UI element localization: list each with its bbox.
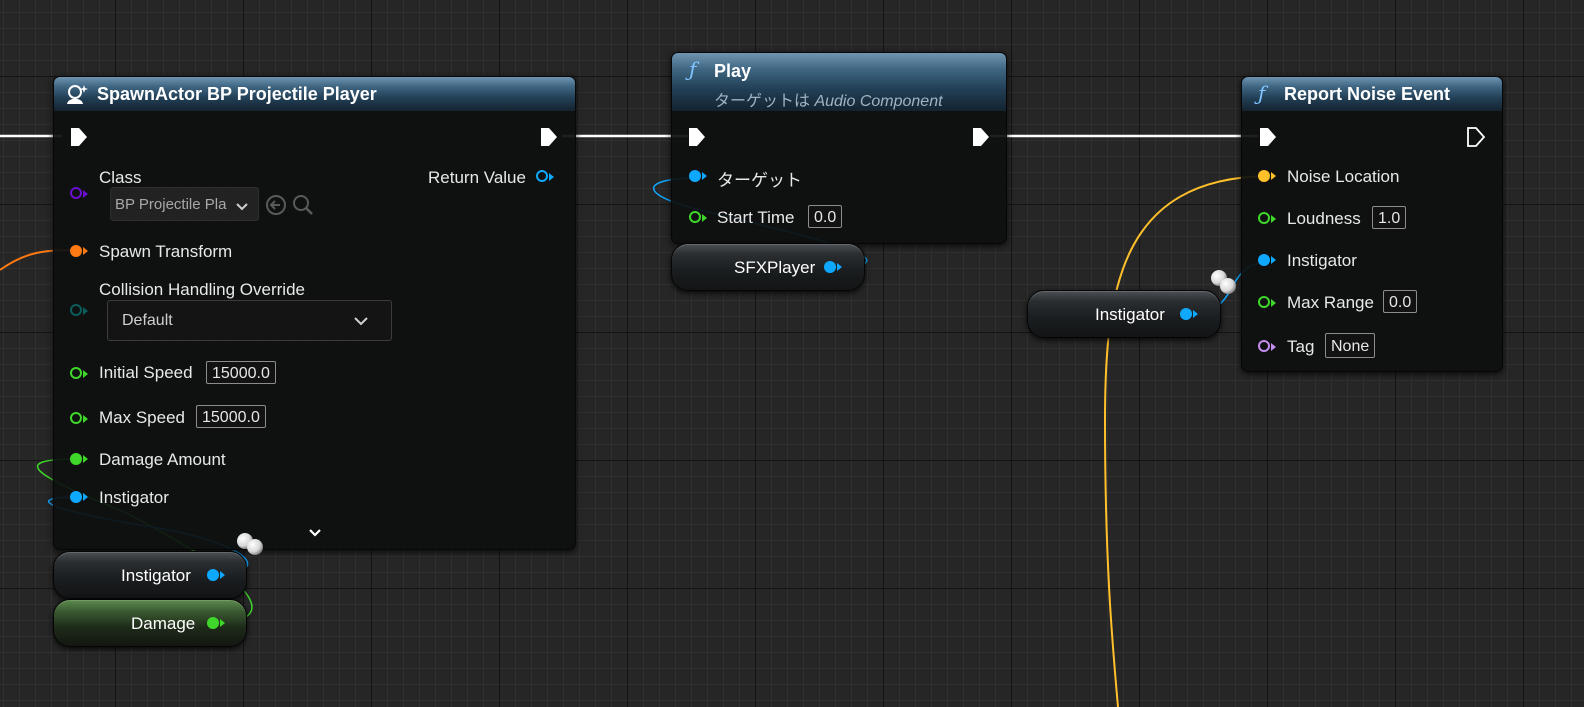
search-icon[interactable] xyxy=(292,194,314,221)
instigator-right-label: Instigator xyxy=(1095,305,1165,324)
exec-pin-icon[interactable] xyxy=(1465,126,1487,148)
spawn-transform-label: Spawn Transform xyxy=(99,242,233,261)
max-range-pin[interactable] xyxy=(1258,296,1270,308)
sfx-player-variable[interactable]: SFXPlayer xyxy=(671,243,865,291)
instigator-left-pin[interactable] xyxy=(207,569,219,581)
initial-speed-pin-arrow xyxy=(83,370,88,378)
play-subtitle: ターゲットは Audio Component xyxy=(714,87,943,111)
max-range-label: Max Range xyxy=(1287,293,1374,312)
collision-label: Collision Handling Override xyxy=(99,280,305,299)
noise-location-pin[interactable] xyxy=(1258,170,1270,182)
instigator-variable-right[interactable]: Instigator xyxy=(1027,290,1221,338)
damage-amount-pin[interactable] xyxy=(70,453,82,465)
initial-speed-label: Initial Speed xyxy=(99,363,193,382)
report-noise-title: Report Noise Event xyxy=(1284,84,1451,104)
spawn-actor-title: SpawnActor BP Projectile Player xyxy=(97,84,377,104)
play-node[interactable]: ƒ Play ターゲットは Audio Component ターゲット Star… xyxy=(671,52,1007,244)
play-subtitle-prefix: ターゲットは xyxy=(714,93,815,110)
damage-pin-arrow xyxy=(220,619,225,627)
damage-pin[interactable] xyxy=(207,617,219,629)
play-title: Play xyxy=(714,61,752,81)
instigator-label: Instigator xyxy=(99,488,169,507)
chevron-down-icon xyxy=(353,315,369,333)
instigator-pin[interactable] xyxy=(70,491,82,503)
tag-field[interactable]: None xyxy=(1325,333,1376,358)
max-range-pin-arrow xyxy=(1271,299,1276,307)
max-range-field[interactable]: 0.0 xyxy=(1383,290,1418,313)
collision-pin[interactable] xyxy=(70,304,82,316)
exec-pin-icon[interactable] xyxy=(686,126,708,148)
tag-label: Tag xyxy=(1287,337,1315,356)
function-icon: ƒ xyxy=(689,57,697,81)
function-icon: ƒ xyxy=(1258,81,1266,105)
instigator-pin-arrow xyxy=(83,493,88,501)
damage-label: Damage xyxy=(131,614,196,633)
loudness-field[interactable]: 1.0 xyxy=(1372,206,1407,229)
return-value-pin[interactable] xyxy=(536,170,548,182)
exec-pin-icon[interactable] xyxy=(1257,126,1279,148)
sfx-player-pin[interactable] xyxy=(824,261,836,273)
initial-speed-pin[interactable] xyxy=(70,367,82,379)
target-pin[interactable] xyxy=(689,170,701,182)
damage-amount-pin-arrow xyxy=(83,455,88,463)
loudness-pin-arrow xyxy=(1271,215,1276,223)
instigator-right-pin[interactable] xyxy=(1180,308,1192,320)
damage-variable[interactable]: Damage xyxy=(53,599,247,647)
target-label: ターゲット xyxy=(717,171,802,190)
class-pin-arrow xyxy=(83,190,88,198)
exec-pin-icon[interactable] xyxy=(68,126,90,148)
start-time-pin[interactable] xyxy=(689,211,701,223)
instigator-left-pin-arrow xyxy=(220,571,225,579)
reroute-knot-icon[interactable] xyxy=(234,531,266,564)
class-dropdown[interactable]: BP Projectile Pla xyxy=(110,187,259,221)
max-speed-field[interactable]: 15000.0 xyxy=(196,405,266,428)
tag-pin[interactable] xyxy=(1258,340,1270,352)
loudness-label: Loudness xyxy=(1287,209,1361,228)
sfx-player-label: SFXPlayer xyxy=(734,258,816,277)
return-value-pin-arrow xyxy=(549,173,554,181)
reroute-knot-icon[interactable] xyxy=(1208,268,1240,303)
damage-amount-label: Damage Amount xyxy=(99,450,226,469)
spawn-actor-icon xyxy=(64,82,90,113)
start-time-label: Start Time xyxy=(717,208,795,227)
instigator-left-label: Instigator xyxy=(121,566,191,585)
collision-dropdown[interactable]: Default xyxy=(107,300,392,341)
report-instigator-pin[interactable] xyxy=(1258,254,1270,266)
report-noise-node[interactable]: ƒ Report Noise Event Noise Location Loud… xyxy=(1241,76,1503,372)
spawn-transform-pin-arrow xyxy=(83,247,88,255)
instigator-variable-left[interactable]: Instigator xyxy=(53,551,247,599)
instigator-right-pin-arrow xyxy=(1193,310,1198,318)
max-speed-pin-arrow xyxy=(83,415,88,423)
exec-pin-icon[interactable] xyxy=(538,126,560,148)
class-pin[interactable] xyxy=(70,187,82,199)
return-value-label: Return Value xyxy=(428,168,526,187)
target-pin-arrow xyxy=(702,172,707,180)
sfx-player-pin-arrow xyxy=(837,263,842,271)
exec-pin-icon[interactable] xyxy=(970,126,992,148)
loudness-pin[interactable] xyxy=(1258,212,1270,224)
play-subtitle-target: Audio Component xyxy=(814,93,943,110)
tag-pin-arrow xyxy=(1271,343,1276,351)
class-label: Class xyxy=(99,168,142,187)
spawn-actor-node[interactable]: SpawnActor BP Projectile Player Class BP… xyxy=(53,76,576,550)
chevron-down-icon xyxy=(235,199,249,217)
spawn-transform-pin[interactable] xyxy=(70,245,82,257)
max-speed-label: Max Speed xyxy=(99,408,185,427)
report-instigator-pin-arrow xyxy=(1271,256,1276,264)
chevron-down-icon[interactable] xyxy=(308,525,322,543)
start-time-pin-arrow xyxy=(702,214,707,222)
noise-location-label: Noise Location xyxy=(1287,167,1400,186)
max-speed-pin[interactable] xyxy=(70,412,82,424)
start-time-field[interactable]: 0.0 xyxy=(808,205,843,228)
initial-speed-field[interactable]: 15000.0 xyxy=(206,361,276,384)
noise-location-pin-arrow xyxy=(1271,172,1276,180)
report-instigator-label: Instigator xyxy=(1287,251,1357,270)
browse-back-icon[interactable] xyxy=(265,194,287,221)
collision-pin-arrow xyxy=(83,307,88,315)
